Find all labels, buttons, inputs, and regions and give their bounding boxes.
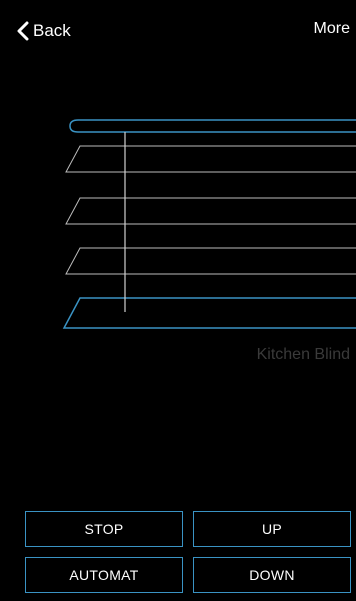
chevron-left-icon [17,21,29,41]
down-button[interactable]: DOWN [193,557,351,593]
blind-slat-2 [65,197,356,225]
up-button[interactable]: UP [193,511,351,547]
blind-graphic [62,119,356,329]
blind-head-rail [69,119,356,133]
blind-bottom-rail [62,297,356,329]
blind-visual[interactable] [0,100,356,360]
blind-slat-1 [65,145,356,173]
more-button[interactable]: More [314,20,350,38]
blind-slat-3 [65,247,356,275]
device-name-label: Kitchen Blind [256,346,350,363]
back-label: Back [33,21,71,40]
top-bar: Back More [0,0,356,56]
back-button[interactable]: Back [17,20,71,42]
stop-button[interactable]: STOP [25,511,183,547]
automat-button[interactable]: AUTOMAT [25,557,183,593]
